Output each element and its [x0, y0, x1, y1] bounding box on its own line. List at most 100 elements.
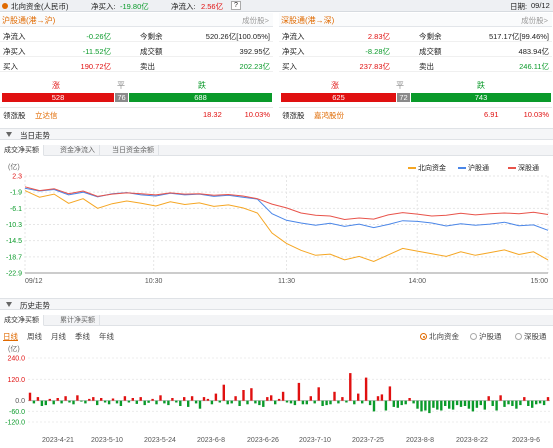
bar — [361, 400, 364, 404]
bar — [230, 400, 233, 404]
x-tick-label: 2023-6-26 — [247, 437, 279, 444]
bar — [297, 382, 301, 401]
x-tick-label: 2023-8-22 — [456, 437, 488, 444]
y-tick-label: -60.0 — [9, 409, 25, 416]
collapse-arrow-icon[interactable] — [6, 132, 12, 137]
tab-hist-cumulative[interactable]: 累计净买额 — [56, 315, 100, 326]
bar — [222, 384, 225, 401]
tab-net-buy-amount[interactable]: 成交净买额 — [0, 145, 44, 156]
radio-north[interactable]: 北向资金 — [420, 331, 459, 342]
intraday-section-header[interactable]: 当日走势 — [0, 128, 553, 140]
y-tick-label: -18.7 — [6, 254, 22, 261]
bar — [250, 388, 253, 401]
sz-leader-row[interactable]: 领涨股 嘉鸿股份 6.91 10.03% — [279, 107, 552, 120]
date-label: 日期: — [510, 2, 528, 11]
sz-buy-value: 237.83亿 — [359, 62, 390, 71]
radio-sz[interactable]: 深股通 — [515, 331, 547, 342]
intraday-line-chart[interactable]: 2.3 -1.9 -6.1 -10.3 -14.5 -18.7 -22.909/12 10:3… — [0, 170, 553, 290]
bar — [111, 398, 115, 401]
sh-down-label: 跌 — [198, 81, 206, 90]
sz-net-buy-label: 净买入 — [282, 47, 305, 56]
sz-panel-header: 深股通(港→深) 成份股> — [279, 13, 552, 27]
sz-down-label: 跌 — [477, 81, 485, 90]
period-weekly[interactable]: 周线 — [27, 331, 42, 342]
bar — [198, 400, 202, 409]
bar — [384, 400, 388, 411]
tab-hist-net-buy[interactable]: 成交净买额 — [0, 315, 44, 326]
sh-leader-name[interactable]: 立达信 — [35, 110, 58, 121]
period-monthly[interactable]: 月线 — [51, 331, 66, 342]
bar — [317, 387, 320, 401]
x-tick-label: 2023-5-24 — [144, 437, 176, 444]
tab-net-inflow[interactable]: 资金净流入 — [56, 145, 100, 156]
bar — [115, 400, 119, 404]
bar — [277, 398, 281, 401]
bar — [301, 400, 305, 405]
bar — [270, 395, 273, 401]
sh-net-buy-value: -11.52亿 — [82, 47, 111, 56]
sz-connect-panel: 深股通(港→深) 成份股> 净流入 2.83亿 今剩余 517.17亿[99.4… — [279, 13, 552, 120]
radio-dot-icon — [420, 333, 427, 340]
tab-balance[interactable]: 当日资金余额 — [108, 145, 159, 156]
sh-remaining-value: 520.26亿[100.05%] — [205, 32, 270, 41]
sh-buy-label: 买入 — [3, 62, 18, 71]
bar — [44, 400, 47, 406]
bar — [202, 397, 206, 401]
top-bar: 北向资金(人民币) 净买入: -19.80亿 净流入: 2.56亿 ? 日期: … — [0, 0, 553, 12]
sz-up-label: 涨 — [331, 81, 339, 90]
bar — [432, 400, 435, 408]
bar — [289, 400, 293, 404]
sh-sell-value: 202.23亿 — [239, 62, 270, 71]
bar — [80, 400, 83, 402]
sz-row-1: 净流入 2.83亿 今剩余 517.17亿[99.46%] — [279, 29, 552, 42]
sz-row-2: 净买入 -8.28亿 成交额 483.94亿 — [279, 44, 552, 57]
sh-leader-row[interactable]: 领涨股 立达信 18.32 10.03% — [0, 107, 273, 120]
radio-sh[interactable]: 沪股通 — [470, 331, 502, 342]
sh-leader-pct: 10.03% — [244, 110, 270, 119]
sh-constituents-link[interactable]: 成份股> — [242, 15, 269, 26]
sz-leader-name[interactable]: 嘉鸿股份 — [314, 110, 344, 121]
bar — [357, 393, 360, 401]
sh-row-3: 买入 190.72亿 卖出 202.23亿 — [0, 59, 273, 72]
bar — [40, 400, 44, 406]
history-bar-chart[interactable]: 240.0 120.0 0.0 -60.0 -120.0 2023-4-21 2023-5-… — [0, 350, 553, 448]
bar — [226, 400, 229, 405]
bar — [293, 400, 297, 406]
bar — [238, 400, 241, 406]
sh-flat-label: 平 — [117, 81, 125, 90]
history-section-title: 历史走势 — [20, 301, 50, 310]
sh-sell-label: 卖出 — [140, 62, 155, 71]
bar — [281, 391, 285, 401]
bar — [139, 397, 142, 401]
x-tick-label: 2023-9-6 — [512, 437, 540, 444]
period-yearly[interactable]: 年线 — [99, 331, 114, 342]
radio-sz-label: 深股通 — [524, 332, 547, 341]
bar — [206, 398, 210, 401]
sz-panel-title: 深股通(港→深) — [281, 16, 335, 25]
y-tick-label: 0.0 — [15, 398, 25, 405]
x-tick-label: 15:00 — [530, 278, 548, 285]
bar — [448, 400, 451, 409]
bar — [388, 386, 392, 401]
bar — [542, 400, 546, 406]
y-tick-label: -14.5 — [6, 238, 22, 245]
collapse-arrow-icon[interactable] — [6, 302, 12, 307]
sz-turnover-label: 成交额 — [419, 47, 442, 56]
bar — [404, 400, 407, 405]
sz-constituents-link[interactable]: 成份股> — [521, 15, 548, 26]
net-inflow-value: 2.56亿 — [201, 2, 224, 11]
bar — [305, 400, 308, 405]
help-icon[interactable]: ? — [231, 1, 241, 10]
bar — [436, 400, 439, 410]
bar — [175, 400, 178, 403]
net-inflow-label: 净流入: — [171, 2, 196, 11]
history-section-header[interactable]: 历史走势 — [0, 298, 553, 310]
bar — [218, 400, 221, 403]
period-quarterly[interactable]: 季线 — [75, 331, 90, 342]
bar — [309, 396, 312, 401]
period-daily[interactable]: 日线 — [3, 331, 18, 342]
bar — [266, 397, 269, 401]
bar — [483, 400, 486, 410]
bar — [337, 400, 340, 404]
bar — [262, 400, 265, 407]
